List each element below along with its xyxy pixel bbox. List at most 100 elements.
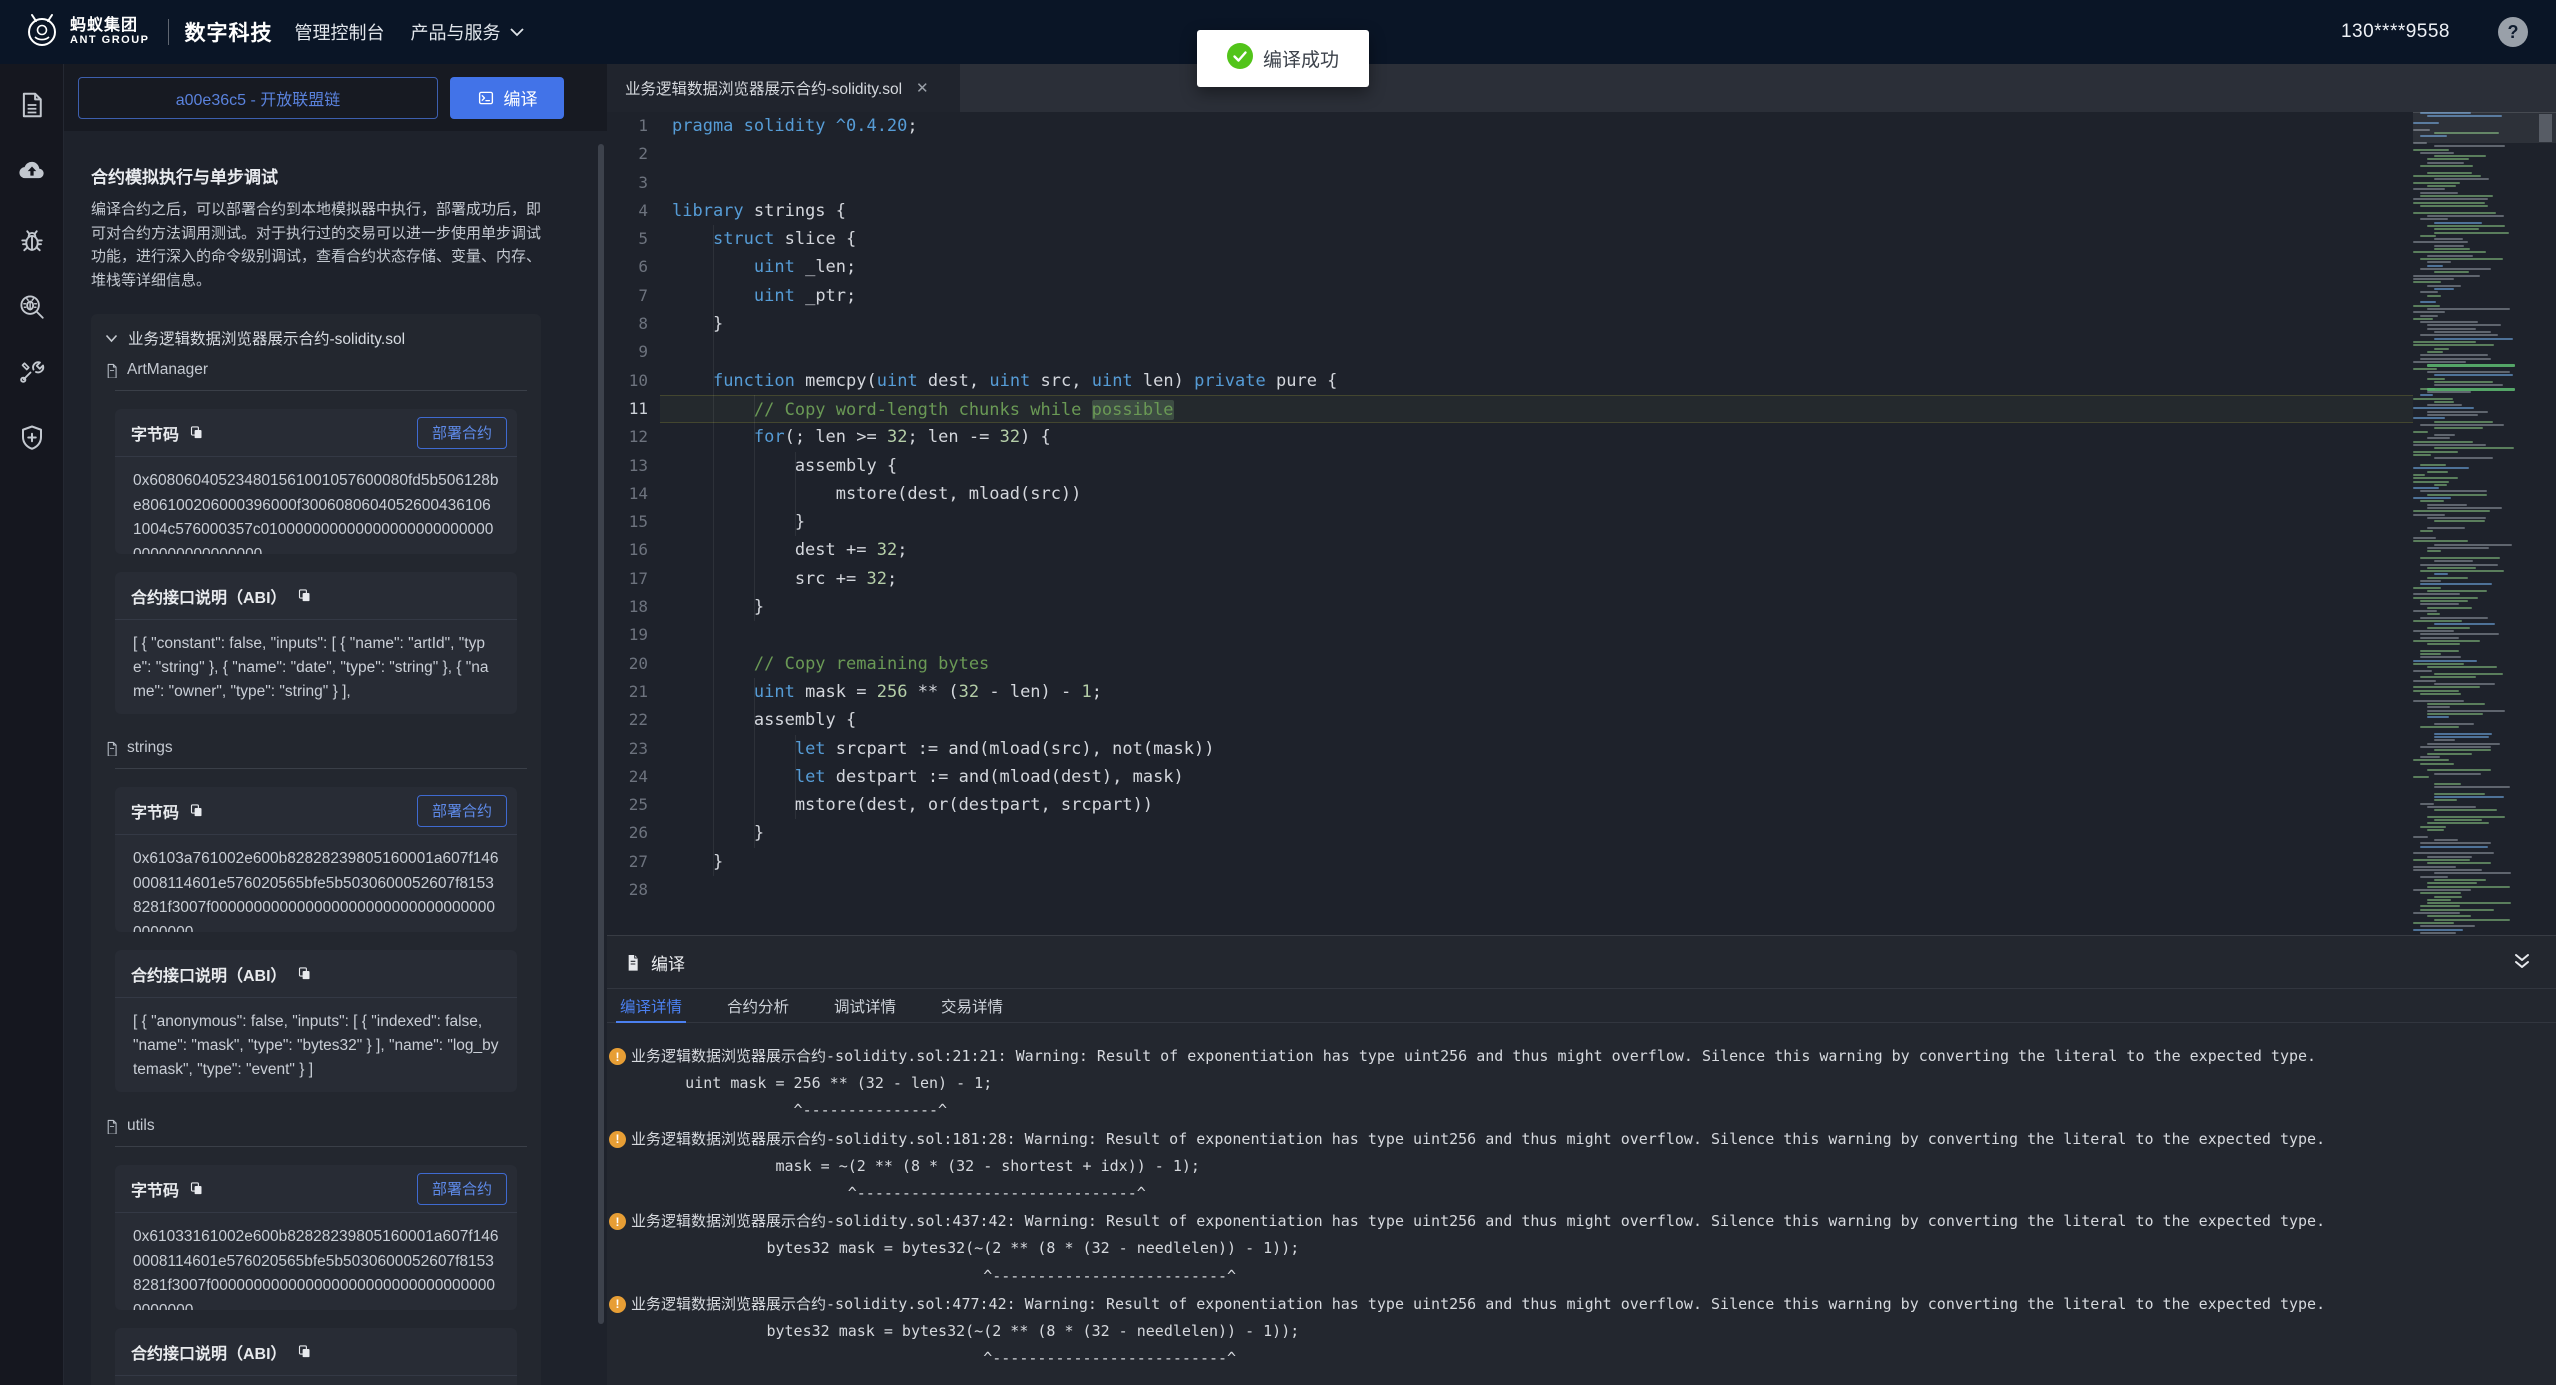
- minimap-row: [2427, 504, 2467, 506]
- minimap-row: [2427, 471, 2448, 473]
- line-number: 7: [607, 282, 660, 310]
- header-nav: 管理控制台 产品与服务: [295, 19, 551, 45]
- minimap-row: [2434, 809, 2497, 811]
- editor-column: 业务逻辑数据浏览器展示合约-solidity.sol ✕ 12345678910…: [607, 64, 2556, 1385]
- minimap-row: [2420, 268, 2491, 270]
- tab-contract-analysis[interactable]: 合约分析: [727, 989, 789, 1023]
- minimap-row: [2427, 324, 2501, 326]
- minimap-row: [2427, 494, 2487, 496]
- sidebar-content: 合约模拟执行与单步调试 编译合约之后，可以部署合约到本地模拟器中执行，部署成功后…: [64, 131, 607, 1385]
- compile-button[interactable]: 编译: [450, 77, 564, 119]
- line-number: 20: [607, 650, 660, 678]
- minimap-row: [2413, 481, 2449, 483]
- minimap-row: [2413, 597, 2478, 599]
- line-number: 18: [607, 593, 660, 621]
- minimap-row: [2413, 182, 2460, 184]
- code-line: mstore(dest, mload(src)): [660, 480, 2413, 508]
- minimap-row: [2427, 577, 2468, 579]
- minimap[interactable]: [2413, 112, 2533, 935]
- copy-icon[interactable]: [189, 1181, 204, 1196]
- code-area[interactable]: pragma solidity ^0.4.20;library strings …: [660, 112, 2413, 935]
- deploy-contract-button[interactable]: 部署合约: [417, 1173, 507, 1205]
- minimap-row: [2413, 540, 2468, 542]
- minimap-row: [2420, 165, 2473, 167]
- code-line: let destpart := and(mload(dest), mask): [660, 763, 2413, 791]
- minimap-row: [2427, 862, 2491, 864]
- minimap-row: [2413, 251, 2486, 253]
- tab-compile-details[interactable]: 编译详情: [620, 989, 682, 1023]
- warning-text: 业务逻辑数据浏览器展示合约-solidity.sol:181:28: Warni…: [631, 1126, 2325, 1208]
- minimap-row: [2427, 295, 2441, 297]
- minimap-row: [2420, 693, 2461, 695]
- account-phone[interactable]: 130****9558: [2341, 21, 2450, 43]
- tab-transaction-details[interactable]: 交易详情: [941, 989, 1003, 1023]
- tools-icon[interactable]: [17, 356, 47, 386]
- editor-scrollbar[interactable]: [2539, 114, 2552, 142]
- deploy-contract-button[interactable]: 部署合约: [417, 417, 507, 449]
- collapse-double-chevron-icon[interactable]: [2512, 953, 2532, 971]
- shield-plus-icon[interactable]: [17, 423, 47, 453]
- line-number: 17: [607, 565, 660, 593]
- minimap-row: [2434, 348, 2449, 350]
- warning-icon: !: [609, 1213, 626, 1230]
- minimap-row: [2434, 733, 2492, 735]
- brand-logo[interactable]: 蚂蚁集团 ANT GROUP: [20, 8, 150, 57]
- minimap-row: [2413, 776, 2429, 778]
- minimap-row: [2413, 278, 2454, 280]
- copy-icon[interactable]: [189, 803, 204, 818]
- minimap-row: [2434, 228, 2479, 230]
- warning-caret: ^-------------------------------^: [631, 1180, 2325, 1207]
- minimap-row: [2413, 318, 2433, 320]
- cloud-upload-icon[interactable]: [17, 155, 47, 185]
- code-line: }: [660, 508, 2413, 536]
- minimap-row: [2413, 311, 2445, 313]
- minimap-row: [2434, 793, 2485, 795]
- minimap-row: [2413, 620, 2462, 622]
- copy-icon[interactable]: [297, 966, 312, 981]
- contract-row-artmanager[interactable]: ArtManager: [91, 354, 541, 386]
- tab-debug-details[interactable]: 调试详情: [834, 989, 896, 1023]
- close-icon[interactable]: ✕: [916, 79, 929, 97]
- contract-name: utils: [127, 1117, 155, 1135]
- minimap-row: [2427, 414, 2478, 416]
- minimap-row: [2434, 447, 2514, 449]
- line-number: 25: [607, 791, 660, 819]
- warning-message: 业务逻辑数据浏览器展示合约-solidity.sol:437:42: Warni…: [631, 1208, 2325, 1235]
- minimap-row: [2413, 686, 2480, 688]
- minimap-slider[interactable]: [2413, 112, 2556, 143]
- code-line: }: [660, 310, 2413, 338]
- code-editor[interactable]: 1234567891011121314151617181920212223242…: [607, 112, 2556, 935]
- minimap-row: [2413, 175, 2481, 177]
- minimap-row: [2420, 763, 2454, 765]
- minimap-row: [2413, 212, 2496, 214]
- deploy-contract-button[interactable]: 部署合约: [417, 795, 507, 827]
- copy-icon[interactable]: [189, 425, 204, 440]
- minimap-row: [2413, 514, 2445, 516]
- nav-products[interactable]: 产品与服务: [411, 19, 525, 45]
- line-number: 12: [607, 423, 660, 451]
- bug-icon[interactable]: [17, 226, 47, 256]
- help-icon[interactable]: ?: [2498, 17, 2528, 47]
- editor-tab-solidity-file[interactable]: 业务逻辑数据浏览器展示合约-solidity.sol ✕: [607, 64, 960, 112]
- minimap-row: [2420, 746, 2491, 748]
- copy-icon[interactable]: [297, 1344, 312, 1359]
- card-header: 字节码 部署合约: [115, 409, 517, 457]
- sidebar-scrollbar[interactable]: [598, 144, 604, 1324]
- nav-console[interactable]: 管理控制台: [295, 19, 385, 45]
- minimap-row: [2434, 232, 2509, 234]
- minimap-row: [2427, 517, 2486, 519]
- app-root: 蚂蚁集团 ANT GROUP 数字科技 管理控制台 产品与服务 130****9…: [0, 0, 2556, 1385]
- contract-row-strings[interactable]: strings: [91, 732, 541, 764]
- line-number: 15: [607, 508, 660, 536]
- bug-search-icon[interactable]: [17, 292, 47, 322]
- contract-row-utils[interactable]: utils: [91, 1110, 541, 1142]
- chain-selector[interactable]: a00e36c5 - 开放联盟链: [78, 77, 438, 119]
- minimap-row: [2413, 593, 2460, 595]
- minimap-row: [2427, 547, 2489, 549]
- minimap-row: [2427, 743, 2500, 745]
- tree-file-row[interactable]: 业务逻辑数据浏览器展示合约-solidity.sol: [91, 322, 541, 354]
- file-document-icon[interactable]: [17, 90, 47, 120]
- copy-icon[interactable]: [297, 588, 312, 603]
- minimap-row: [2434, 919, 2510, 921]
- minimap-row: [2413, 454, 2431, 456]
